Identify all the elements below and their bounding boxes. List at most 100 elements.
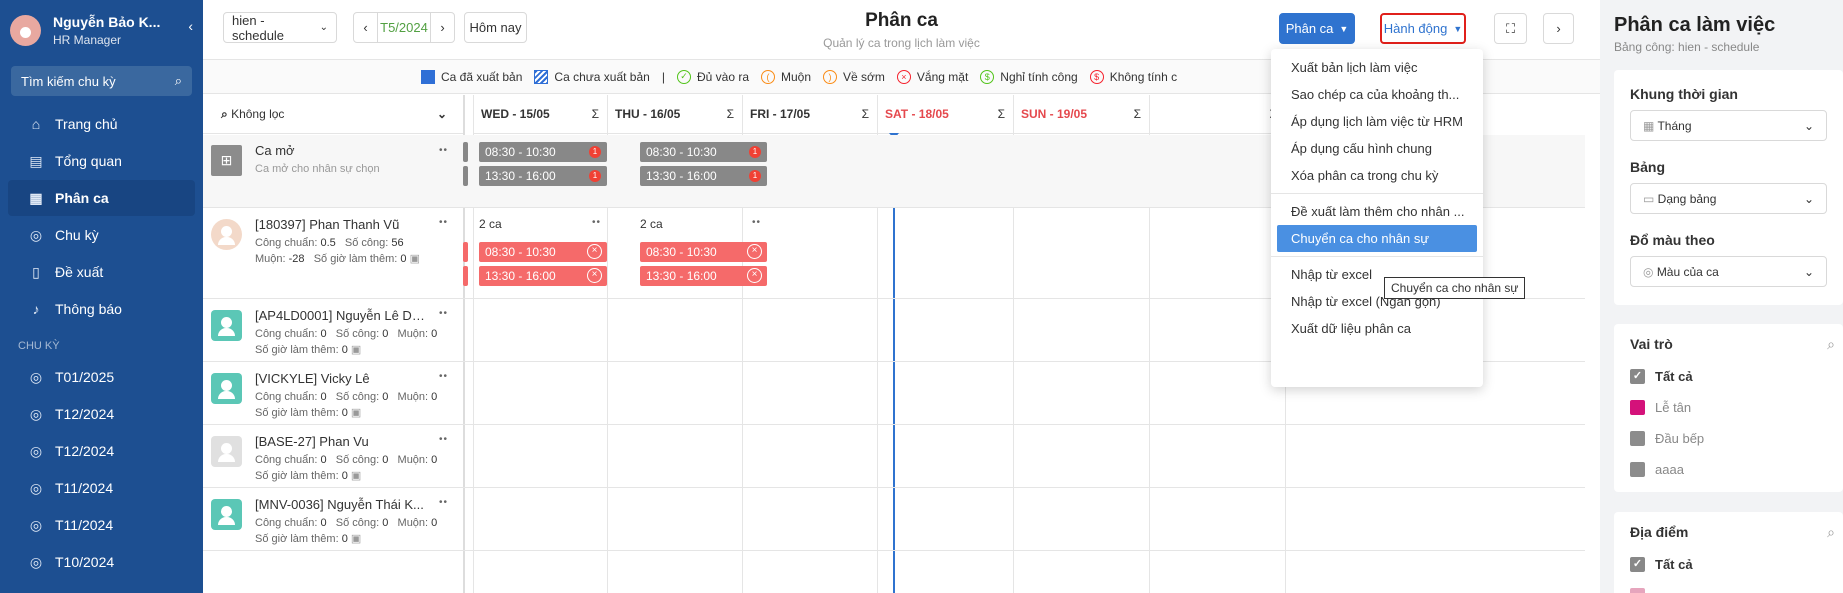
more-icon[interactable]: •• xyxy=(439,217,448,228)
more-icon[interactable]: •• xyxy=(439,308,448,319)
more-icon[interactable]: •• xyxy=(439,434,448,445)
open-shift-chip[interactable]: 13:30 - 16:00 1 xyxy=(640,166,767,186)
ot-label: Số giờ làm thêm: xyxy=(255,407,339,419)
work-value: 0 xyxy=(382,391,389,403)
action-button[interactable]: Hành động ▼ xyxy=(1380,13,1466,44)
work-label: Số công: xyxy=(335,517,380,529)
action-menu: Xuất bản lịch làm việc Sao chép ca của kh… xyxy=(1271,49,1483,387)
search-icon[interactable]: ⌕ xyxy=(1827,336,1835,353)
shift-chip[interactable]: 08:30 - 10:30 × xyxy=(640,242,767,262)
action-menu-item[interactable]: Chuyển ca cho nhân sự xyxy=(1277,225,1477,252)
employee-info[interactable]: [BASE-27] Phan Vu Công chuẩn: 0 Số công: … xyxy=(203,426,463,484)
sidebar-item-5[interactable]: ♪ Thông báo xyxy=(8,291,195,327)
note-icon[interactable]: ▣ xyxy=(351,470,361,482)
user-profile[interactable]: Nguyễn Bảo K... HR Manager ‹ xyxy=(0,0,203,60)
circle-icon: ◎ xyxy=(29,369,43,385)
color-by-select[interactable]: ◎ Màu của ca ⌄ xyxy=(1630,256,1827,287)
employee-info[interactable]: [AP4LD0001] Nguyễn Lê Dũ... Công chuẩn: 0… xyxy=(203,300,463,358)
day-header[interactable]: SUN - 19/05 Σ xyxy=(1013,95,1149,134)
legend-item: × Vắng mặt xyxy=(896,69,968,84)
sidebar-cycle-item[interactable]: ◎ T11/2024 xyxy=(8,470,195,506)
sidebar: Nguyễn Bảo K... HR Manager ‹ Tìm kiếm ch… xyxy=(0,0,203,593)
day-header[interactable]: WED - 15/05 Σ xyxy=(473,95,607,134)
sidebar-item-3[interactable]: ◎ Chu kỳ xyxy=(8,217,195,253)
sum-icon[interactable]: Σ xyxy=(998,107,1005,121)
note-icon[interactable]: ▣ xyxy=(410,253,420,265)
chevron-right-icon[interactable]: › xyxy=(1543,13,1574,44)
late-value: 0 xyxy=(431,517,438,529)
note-icon[interactable]: ▣ xyxy=(351,344,361,356)
shift-chip[interactable]: 13:30 - 16:00 × xyxy=(640,266,767,286)
location-all-checkbox[interactable]: ✓ Tất cả xyxy=(1630,549,1827,580)
std-value: 0 xyxy=(320,391,327,403)
sum-icon[interactable]: Σ xyxy=(592,107,599,121)
sidebar-item-4[interactable]: ▯ Đề xuất xyxy=(8,254,195,290)
sidebar-item-0[interactable]: ⌂ Trang chủ xyxy=(8,106,195,142)
action-menu-item[interactable]: Áp dụng cấu hình chung xyxy=(1271,135,1483,162)
role-color-swatch xyxy=(1630,400,1645,415)
more-icon[interactable]: •• xyxy=(592,217,601,228)
role-label: Đầu bếp xyxy=(1655,431,1705,446)
time-frame-select[interactable]: ▦ Tháng ⌄ xyxy=(1630,110,1827,141)
note-icon[interactable]: ▣ xyxy=(351,533,361,545)
absent-icon: × xyxy=(747,244,762,259)
action-menu-item[interactable]: Sao chép ca của khoảng th... xyxy=(1271,81,1483,108)
search-icon[interactable]: ⌕ xyxy=(1827,524,1835,541)
role-checkbox[interactable]: Đầu bếp xyxy=(1630,423,1827,454)
search-icon: ⌕ xyxy=(221,106,232,121)
document-icon: ▯ xyxy=(32,264,40,280)
day-header[interactable]: Σ xyxy=(1149,95,1285,134)
check-icon: ✓ xyxy=(1630,557,1645,572)
sidebar-item-2[interactable]: ▦ Phân ca xyxy=(8,180,195,216)
location-item-checkbox[interactable] xyxy=(1630,580,1827,593)
more-icon[interactable]: •• xyxy=(439,497,448,508)
sidebar-cycle-item[interactable]: ◎ T12/2024 xyxy=(8,433,195,469)
sum-icon[interactable]: Σ xyxy=(862,107,869,121)
fullscreen-icon[interactable]: ⛶ xyxy=(1494,13,1527,44)
day-header[interactable]: THU - 16/05 Σ xyxy=(607,95,742,134)
legend-item: Ca chưa xuất bản xyxy=(534,69,650,84)
sidebar-item-1[interactable]: ▤ Tổng quan xyxy=(8,143,195,179)
cycle-search-input[interactable]: Tìm kiếm chu kỳ ⌕ xyxy=(11,66,192,96)
action-menu-item[interactable]: Xuất bản lịch làm việc xyxy=(1271,54,1483,81)
table-select[interactable]: ▭ Dạng bảng ⌄ xyxy=(1630,183,1827,214)
shift-chip[interactable]: 08:30 - 10:30 × xyxy=(479,242,607,262)
phanca-button[interactable]: Phân ca ▼ xyxy=(1279,13,1355,44)
sidebar-cycle-item[interactable]: ◎ T10/2024 xyxy=(8,544,195,580)
more-icon[interactable]: •• xyxy=(439,371,448,382)
sidebar-cycle-item[interactable]: ◎ T11/2024 xyxy=(8,507,195,543)
day-header[interactable]: SAT - 18/05 Σ xyxy=(877,95,1013,134)
action-menu-item[interactable]: Áp dụng lịch làm việc từ HRM xyxy=(1271,108,1483,135)
shift-chip[interactable]: 13:30 - 16:00 × xyxy=(479,266,607,286)
open-shift-chip[interactable]: 08:30 - 10:30 1 xyxy=(479,142,607,162)
sidebar-cycle-item[interactable]: ◎ T01/2025 xyxy=(8,359,195,395)
action-menu-item[interactable]: Xóa phân ca trong chu kỳ xyxy=(1271,162,1483,189)
day-header[interactable]: FRI - 17/05 Σ xyxy=(742,95,877,134)
employee-info[interactable]: [VICKYLE] Vicky Lê Công chuẩn: 0 Số công:… xyxy=(203,363,463,421)
sidebar-cycle-item[interactable]: ◎ T12/2024 xyxy=(8,396,195,432)
sum-icon[interactable]: Σ xyxy=(727,107,734,121)
role-checkbox[interactable]: aaaa xyxy=(1630,454,1827,485)
role-checkbox[interactable]: Lễ tân xyxy=(1630,392,1827,423)
absent-icon: × xyxy=(587,268,602,283)
role-checkbox[interactable]: ✓ Tất cả xyxy=(1630,361,1827,392)
day-label: THU - 16/05 xyxy=(615,107,681,121)
more-icon[interactable]: •• xyxy=(439,145,448,156)
note-icon[interactable]: ▣ xyxy=(351,407,361,419)
sum-icon[interactable]: Σ xyxy=(1134,107,1141,121)
action-menu-item[interactable]: Xuất dữ liệu phân ca xyxy=(1271,315,1483,342)
more-icon[interactable]: •• xyxy=(752,217,761,228)
employee-info[interactable]: [180397] Phan Thanh Vũ Công chuẩn: 0.5 Số… xyxy=(203,209,463,267)
filter-select[interactable]: ⌕ Không lọc ⌄ xyxy=(203,95,463,134)
menu-divider xyxy=(1271,193,1483,194)
employee-info[interactable]: [MNV-0036] Nguyễn Thái K... Công chuẩn: 0… xyxy=(203,489,463,547)
open-shift-chip[interactable]: 13:30 - 16:00 1 xyxy=(479,166,607,186)
cycle-label: T11/2024 xyxy=(55,480,114,496)
shift-clip xyxy=(463,142,468,162)
shift-clip xyxy=(463,266,468,286)
legend-status-icon: $ xyxy=(980,69,995,84)
chart-icon: ▤ xyxy=(29,153,43,169)
action-menu-item[interactable]: Đề xuất làm thêm cho nhân ... xyxy=(1271,198,1483,225)
open-shift-chip[interactable]: 08:30 - 10:30 1 xyxy=(640,142,767,162)
collapse-sidebar-icon[interactable]: ‹ xyxy=(188,18,193,34)
